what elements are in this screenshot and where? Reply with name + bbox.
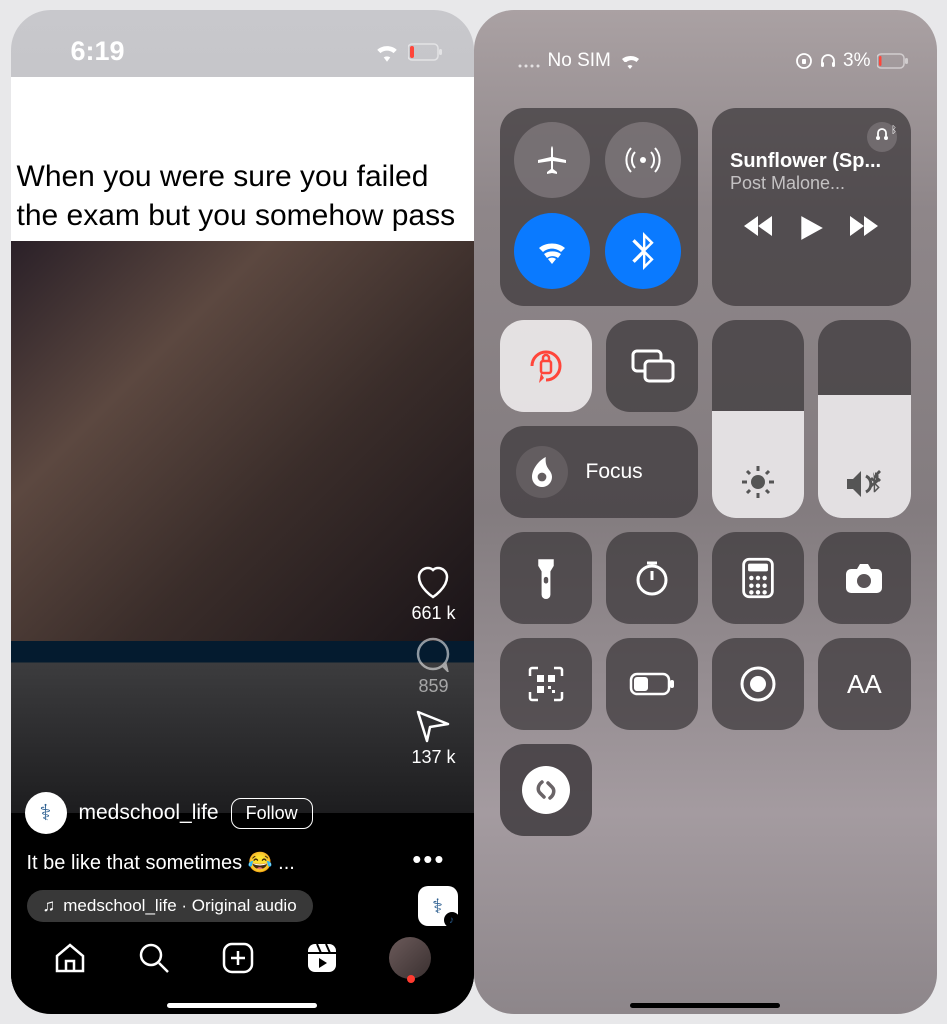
connectivity-tile (500, 108, 699, 306)
focus-label: Focus (586, 460, 643, 484)
status-bar: 6:19 (11, 10, 474, 77)
airplane-mode-button[interactable] (514, 122, 590, 198)
svg-text:ᛒ: ᛒ (891, 125, 897, 136)
home-indicator[interactable] (167, 1003, 317, 1008)
carrier-label: No SIM (548, 50, 611, 72)
orientation-lock-button[interactable] (500, 320, 592, 412)
instagram-reels-screen: 6:19 When you were sure you failed the e… (11, 10, 474, 1014)
avatar[interactable]: ⚕ (25, 792, 67, 834)
audio-pill[interactable]: ♫ medschool_life · Original audio (27, 890, 313, 922)
home-icon[interactable] (53, 941, 87, 975)
status-time: 6:19 (71, 36, 125, 67)
share-button[interactable]: 137 k (411, 709, 455, 768)
signal-icon (518, 54, 540, 68)
username[interactable]: medschool_life (79, 801, 219, 825)
text-size-button[interactable]: AA (818, 638, 910, 730)
side-actions: 661 k 859 137 k (411, 565, 455, 768)
previous-track-button[interactable] (742, 214, 774, 242)
meme-caption-text: When you were sure you failed the exam b… (11, 77, 474, 241)
wifi-icon (374, 42, 400, 62)
timer-button[interactable] (606, 532, 698, 624)
follow-button[interactable]: Follow (231, 798, 313, 829)
battery-icon (877, 53, 909, 69)
home-indicator[interactable] (630, 1003, 780, 1008)
audio-label: medschool_life · Original audio (63, 896, 296, 916)
text-size-label: AA (847, 669, 882, 700)
screen-mirroring-button[interactable] (606, 320, 698, 412)
bottom-nav (11, 930, 474, 1000)
post-author-row: ⚕ medschool_life Follow (25, 792, 313, 834)
music-note-icon: ♫ (43, 896, 56, 916)
post-caption: It be like that sometimes 😂 ... (27, 850, 295, 875)
more-options-button[interactable]: ••• (412, 844, 445, 875)
like-button[interactable]: 661 k (411, 565, 455, 624)
control-center-grid: ᛒ Sunflower (Sp... Post Malone... (474, 82, 937, 862)
search-icon[interactable] (137, 941, 171, 975)
orientation-lock-icon (795, 52, 813, 70)
volume-icon: ᛒ (843, 468, 885, 500)
lock-rotation-icon (524, 344, 568, 388)
bluetooth-button[interactable] (605, 213, 681, 289)
control-center-screen: No SIM 3% (474, 10, 937, 1014)
audio-badge[interactable]: ⚕ ♪ (418, 886, 458, 926)
reels-icon[interactable] (305, 941, 339, 975)
comment-button[interactable]: 859 (415, 636, 451, 697)
next-track-button[interactable] (848, 214, 880, 242)
status-bar: No SIM 3% (474, 10, 937, 82)
brightness-icon (740, 464, 776, 500)
shazam-button[interactable] (500, 744, 592, 836)
now-playing-tile[interactable]: ᛒ Sunflower (Sp... Post Malone... (712, 108, 911, 306)
flashlight-button[interactable] (500, 532, 592, 624)
cellular-data-button[interactable] (605, 122, 681, 198)
share-count: 137 k (411, 747, 455, 768)
low-power-mode-button[interactable] (606, 638, 698, 730)
headphones-icon (819, 52, 837, 70)
focus-button[interactable]: Focus (500, 426, 699, 518)
music-artist: Post Malone... (730, 173, 893, 194)
like-count: 661 k (411, 603, 455, 624)
screen-recording-button[interactable] (712, 638, 804, 730)
svg-text:ᛒ: ᛒ (871, 474, 882, 494)
brightness-slider[interactable] (712, 320, 804, 518)
focus-icon (516, 446, 568, 498)
play-button[interactable] (798, 214, 824, 242)
battery-icon (408, 43, 444, 61)
volume-slider[interactable]: ᛒ (818, 320, 910, 518)
profile-icon[interactable] (389, 937, 431, 979)
reel-video[interactable] (11, 241, 474, 641)
wifi-button[interactable] (514, 213, 590, 289)
camera-icon[interactable] (416, 82, 452, 114)
comment-count: 859 (418, 676, 448, 697)
shazam-icon (522, 766, 570, 814)
wifi-icon (619, 53, 641, 69)
calculator-button[interactable] (712, 532, 804, 624)
create-icon[interactable] (221, 941, 255, 975)
camera-button[interactable] (818, 532, 910, 624)
airplay-audio-icon[interactable]: ᛒ (865, 120, 899, 154)
qr-scanner-button[interactable] (500, 638, 592, 730)
battery-percent: 3% (843, 50, 870, 72)
